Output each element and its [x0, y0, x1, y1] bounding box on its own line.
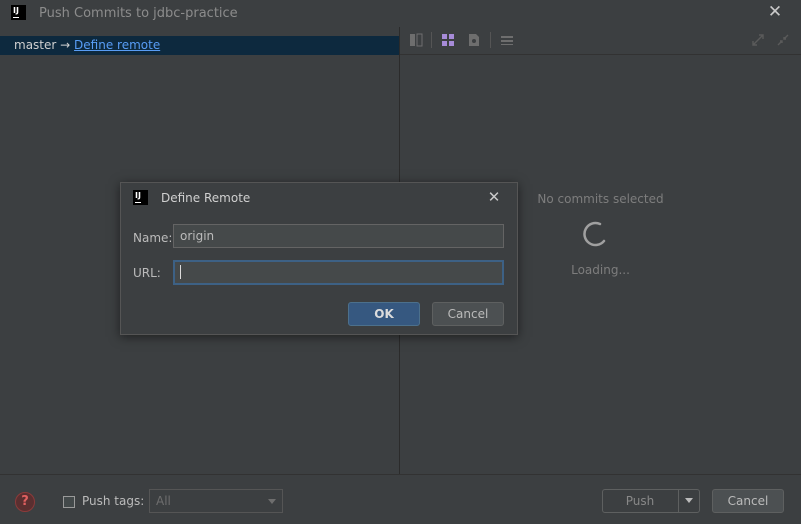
- define-remote-dialog: IJ Define Remote ✕ Name: URL: OK Cancel: [120, 182, 518, 335]
- cancel-button[interactable]: Cancel: [712, 489, 784, 513]
- push-tags-checkbox[interactable]: [63, 496, 75, 508]
- collapse-icon[interactable]: [776, 33, 790, 47]
- list-icon[interactable]: [500, 33, 514, 47]
- dialog-logo-text: IJ: [135, 191, 141, 200]
- remote-url-field[interactable]: [173, 260, 504, 285]
- text-caret: [180, 265, 181, 279]
- url-label: URL:: [133, 266, 161, 280]
- logo-text: IJ: [13, 6, 19, 15]
- expand-icon[interactable]: [751, 33, 765, 47]
- intellij-logo-icon: IJ: [133, 190, 148, 205]
- name-label: Name:: [133, 231, 173, 245]
- divider: [0, 474, 801, 475]
- push-button-label: Push: [625, 494, 655, 508]
- loading-spinner-icon: [583, 221, 606, 247]
- close-icon[interactable]: ✕: [766, 3, 784, 21]
- dialog-cancel-button[interactable]: Cancel: [432, 302, 504, 326]
- branch-text: master → Define remote: [14, 38, 160, 52]
- details-toolbar: [400, 27, 801, 55]
- tags-dropdown-value: All: [156, 494, 171, 508]
- remote-name-field[interactable]: [173, 224, 504, 248]
- dialog-title: Define Remote: [161, 191, 251, 205]
- intellij-logo-icon: IJ: [11, 5, 26, 20]
- grid-icon[interactable]: [441, 33, 455, 47]
- help-icon[interactable]: ?: [15, 492, 35, 512]
- chevron-down-icon: [268, 499, 276, 504]
- push-options-chevron-icon[interactable]: [685, 498, 693, 503]
- push-tags-label: Push tags:: [82, 494, 145, 508]
- branch-row[interactable]: master → Define remote: [0, 36, 399, 55]
- define-remote-link[interactable]: Define remote: [74, 38, 160, 52]
- arrow-icon: →: [60, 38, 71, 52]
- diff-icon[interactable]: [409, 33, 423, 47]
- source-branch: master: [14, 38, 57, 52]
- ok-button[interactable]: OK: [348, 302, 420, 326]
- file-icon[interactable]: [467, 33, 481, 47]
- window-title: Push Commits to jdbc-practice: [39, 6, 238, 21]
- tags-dropdown[interactable]: All: [149, 489, 283, 513]
- title-bar: IJ Push Commits to jdbc-practice ✕: [0, 0, 801, 27]
- close-icon[interactable]: ✕: [485, 188, 503, 206]
- push-button[interactable]: Push: [602, 489, 700, 513]
